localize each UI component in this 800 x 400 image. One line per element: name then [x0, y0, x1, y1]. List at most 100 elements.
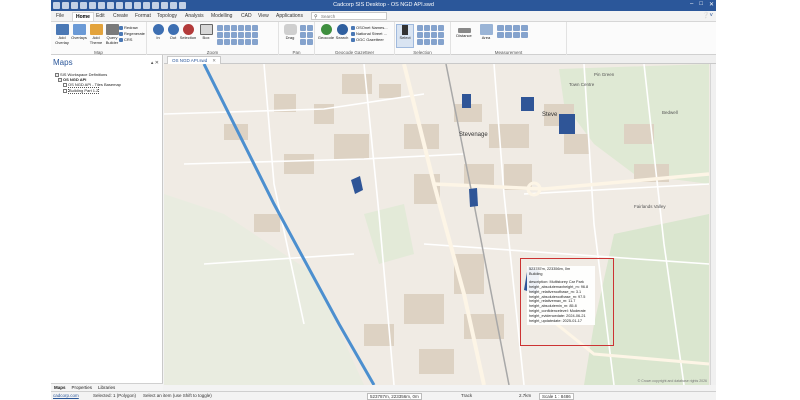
selection-tool-icon[interactable] [438, 25, 444, 31]
select-button[interactable]: Select [396, 24, 414, 48]
zoom-tool-icon[interactable] [245, 32, 251, 38]
zoom-tool-icon[interactable] [252, 25, 258, 31]
checkbox-icon[interactable] [63, 83, 67, 88]
selection-tool-icon[interactable] [438, 32, 444, 38]
measure-tool-icon[interactable] [497, 32, 504, 38]
measure-tool-icon[interactable] [513, 25, 520, 31]
close-icon[interactable]: ✕ [155, 60, 159, 66]
tab-maps[interactable]: Maps [54, 384, 66, 391]
tab-properties[interactable]: Properties [72, 384, 93, 391]
tab-modelling[interactable]: Modelling [211, 13, 232, 19]
search-icon: ⚲ [314, 14, 318, 20]
gazetteer-search-button[interactable]: Search [333, 24, 351, 41]
zoom-tool-icon[interactable] [245, 39, 251, 45]
selection-tool-icon[interactable] [431, 39, 437, 45]
selection-tool-icon[interactable] [431, 32, 437, 38]
tab-analysis[interactable]: Analysis [185, 13, 204, 19]
regenerate-button[interactable]: Regenerate [119, 31, 145, 36]
pan-tool-icon[interactable] [300, 39, 306, 45]
checkbox-icon[interactable] [63, 88, 67, 93]
pan-tool-icon[interactable] [307, 25, 313, 31]
national-street-option[interactable]: National Street ... [351, 31, 387, 36]
zoom-tool-icon[interactable] [238, 25, 244, 31]
measure-tool-icon[interactable] [497, 25, 504, 31]
selection-tool-icon[interactable] [424, 39, 430, 45]
zoom-tool-icon[interactable] [231, 32, 237, 38]
redraw-icon [119, 25, 123, 30]
zoom-tool-icon[interactable] [224, 39, 230, 45]
zoom-tool-icon[interactable] [224, 32, 230, 38]
measure-tool-icon[interactable] [521, 32, 528, 38]
help-icon[interactable]: ❔˅ [702, 12, 713, 19]
tree-item[interactable]: Building Part 1.2 [55, 86, 121, 94]
osonet-names-option[interactable]: OSOnet Names... [351, 25, 388, 30]
measure-tool-icon[interactable] [513, 32, 520, 38]
distance-button[interactable]: Distance [453, 24, 475, 39]
track-label[interactable]: Track [461, 392, 472, 400]
pin-icon[interactable]: ▴ [151, 60, 154, 66]
zoom-tool-icon[interactable] [252, 39, 258, 45]
selection-tool-icon[interactable] [424, 32, 430, 38]
selection-tool-icon[interactable] [417, 25, 423, 31]
pan-tool-icon[interactable] [307, 32, 313, 38]
zoom-tool-icon[interactable] [245, 25, 251, 31]
redraw-button[interactable]: Redraw [119, 25, 138, 30]
zoom-tool-icon[interactable] [224, 25, 230, 31]
zoom-box-button[interactable]: Box [197, 24, 215, 41]
zoom-tool-icon[interactable] [238, 39, 244, 45]
tab-view[interactable]: View [258, 13, 269, 19]
measure-tool-icon[interactable] [505, 32, 512, 38]
tab-applications[interactable]: Applications [276, 13, 303, 19]
coordinates-field[interactable]: 523787m, 223356m, 0m [367, 393, 422, 400]
window-title: Cadcorp SIS Desktop - OS NGD API.swd [333, 2, 434, 8]
tab-format[interactable]: Format [135, 13, 151, 19]
pan-tool-icon[interactable] [300, 25, 306, 31]
selection-tool-icon[interactable] [417, 32, 423, 38]
close-icon[interactable]: ✕ [212, 58, 216, 63]
zoom-tool-icon[interactable] [238, 32, 244, 38]
drag-button[interactable]: Drag [281, 24, 299, 41]
close-button[interactable]: ✕ [709, 1, 714, 8]
overlays-button[interactable]: Overlays [70, 24, 88, 41]
map-canvas[interactable]: Stevenage Steve Bedwell Pin Green Town C… [164, 64, 710, 385]
website-link[interactable]: cadcorp.com [53, 392, 79, 400]
tab-libraries[interactable]: Libraries [98, 384, 115, 391]
add-overlay-icon [55, 24, 69, 35]
add-overlay-button[interactable]: Add Overlay [53, 24, 71, 45]
selection-tool-icon[interactable] [417, 39, 423, 45]
status-bar: cadcorp.com Selected: 1 (Polygon) Select… [51, 391, 716, 400]
minimize-button[interactable]: – [690, 1, 693, 8]
selection-tool-icon[interactable] [431, 25, 437, 31]
geocode-icon [320, 24, 332, 35]
measure-tool-icon[interactable] [505, 25, 512, 31]
search-box[interactable]: ⚲ Search [311, 12, 387, 20]
tab-create[interactable]: Create [113, 13, 128, 19]
regenerate-icon [119, 31, 123, 36]
tab-home[interactable]: Home [72, 12, 94, 21]
tab-cad[interactable]: CAD [241, 13, 252, 19]
measure-tool-icon[interactable] [521, 25, 528, 31]
zoom-tool-icon[interactable] [217, 32, 223, 38]
zoom-selection-button[interactable]: Selection [179, 24, 197, 41]
zoom-tool-icon[interactable] [217, 25, 223, 31]
selection-tool-icon[interactable] [424, 25, 430, 31]
tab-topology[interactable]: Topology [157, 13, 177, 19]
zoom-tool-icon[interactable] [231, 25, 237, 31]
map-label: Steve [542, 112, 558, 118]
ogc-gazetteer-option[interactable]: OGC Gazetteer [351, 37, 384, 42]
pan-tool-icon[interactable] [300, 32, 306, 38]
map-vertical-scrollbar[interactable] [710, 64, 716, 385]
tab-file[interactable]: File [56, 13, 64, 19]
zoom-tool-icon[interactable] [231, 39, 237, 45]
area-button[interactable]: Area [477, 24, 495, 41]
crs-button[interactable]: CRS [119, 37, 132, 42]
maps-panel: Maps ▴ ✕ SIS Workspace Definitions OS NG… [51, 55, 163, 391]
selection-tool-icon[interactable] [438, 39, 444, 45]
document-tab[interactable]: OS NGD API.swd ✕ [167, 56, 222, 64]
zoom-tool-icon[interactable] [252, 32, 258, 38]
pan-tool-icon[interactable] [307, 39, 313, 45]
tab-edit[interactable]: Edit [96, 13, 105, 19]
maximize-button[interactable]: □ [699, 1, 703, 8]
scale-field[interactable]: Scale 1 : 8486 [539, 393, 574, 400]
zoom-tool-icon[interactable] [217, 39, 223, 45]
